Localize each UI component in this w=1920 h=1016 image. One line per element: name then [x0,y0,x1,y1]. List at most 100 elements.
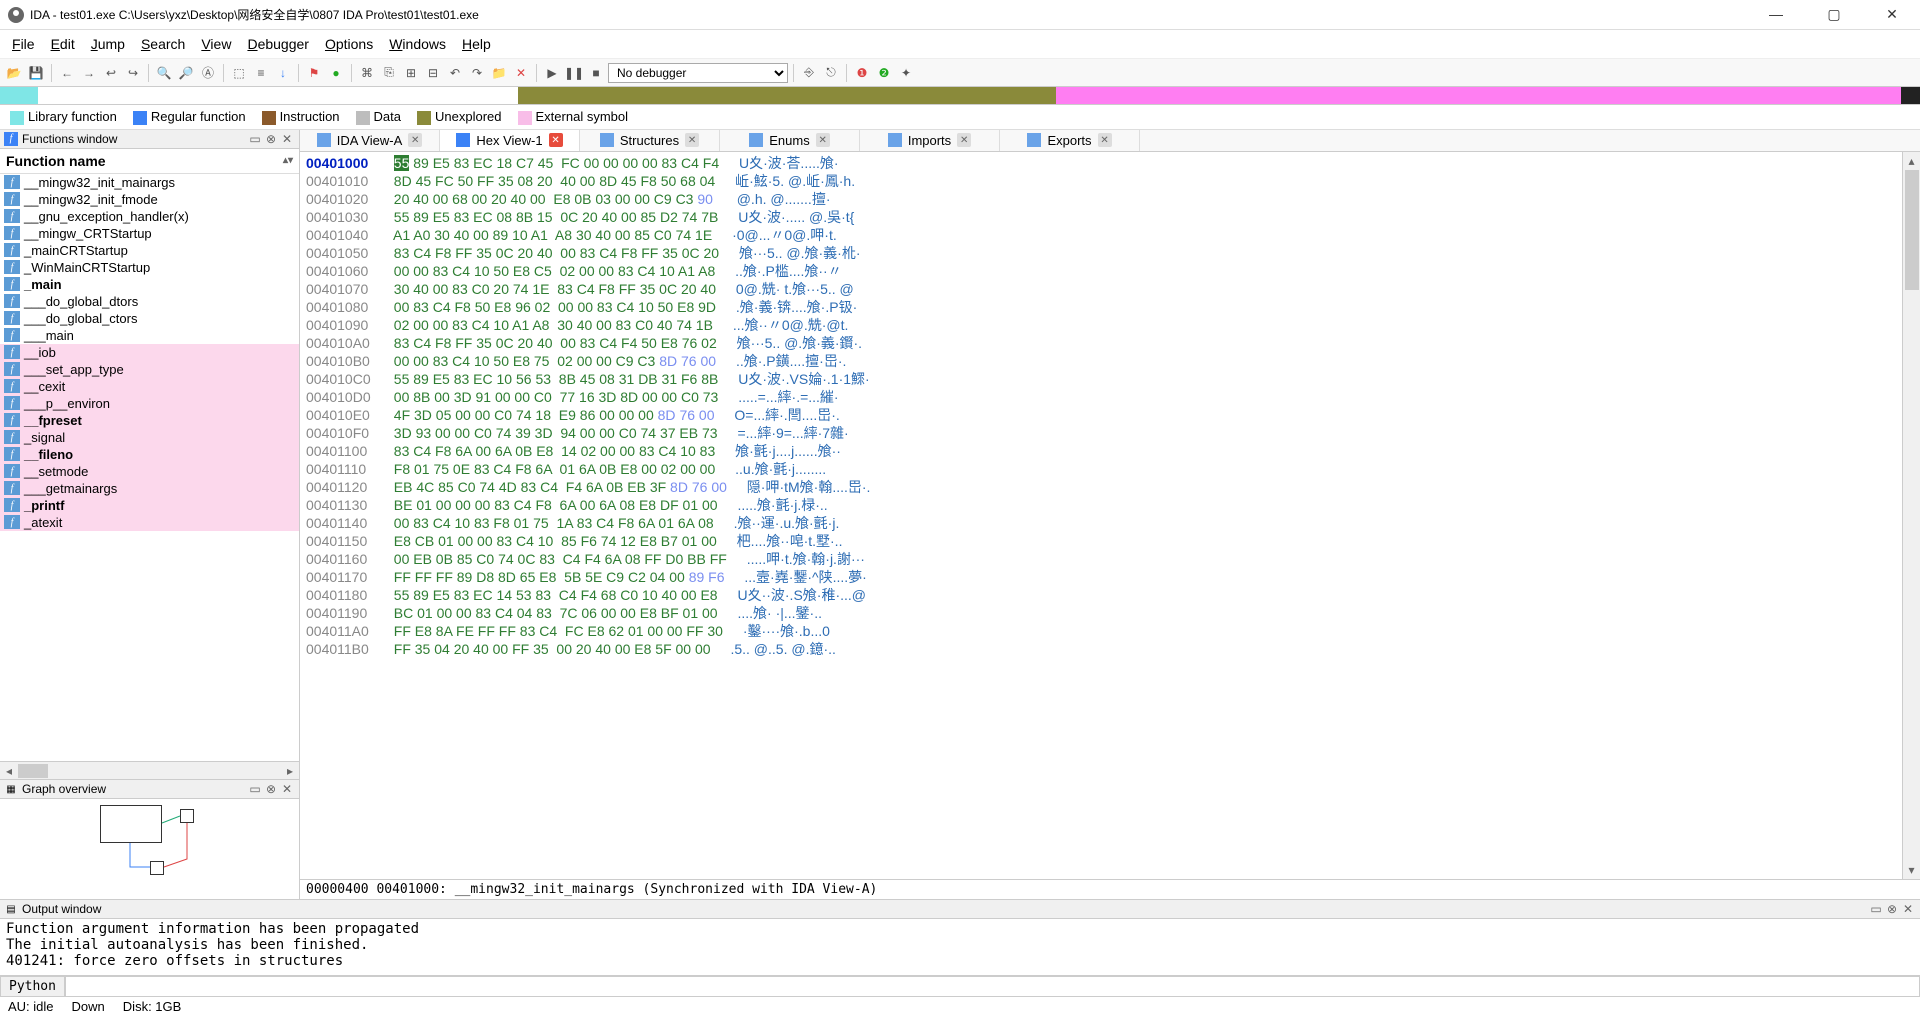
hex-row[interactable]: 004010A0 83 C4 F8 FF 35 0C 20 40 00 83 C… [306,334,1914,352]
pane-pin-button[interactable]: ⊗ [263,782,279,796]
hex-row[interactable]: 00401070 30 40 00 83 C0 20 74 1E 83 C4 F… [306,280,1914,298]
debugger-select[interactable]: No debugger [608,63,788,83]
folder-button[interactable]: 📁 [489,63,509,83]
nav-segment[interactable] [518,87,1056,104]
hex-row[interactable]: 00401170 FF FF FF 89 D8 8D 65 E8 5B 5E C… [306,568,1914,586]
search-text-button[interactable]: Ⓐ [198,63,218,83]
pane-close-button[interactable]: ✕ [1900,902,1916,916]
hex-row[interactable]: 00401000 55 89 E5 83 EC 18 C7 45 FC 00 0… [306,154,1914,172]
hex-row[interactable]: 00401100 83 C4 F8 6A 00 6A 0B E8 14 02 0… [306,442,1914,460]
tab-close-button[interactable]: ✕ [957,133,971,147]
run-button[interactable]: ▶ [542,63,562,83]
hex-row[interactable]: 004010E0 4F 3D 05 00 00 C0 74 18 E9 86 0… [306,406,1914,424]
scroll-thumb[interactable] [18,764,48,778]
scroll-thumb[interactable] [1905,170,1919,290]
scroll-right-icon[interactable]: ▸ [281,762,299,779]
save-button[interactable]: 💾 [26,63,46,83]
function-item[interactable]: f__mingw32_init_mainargs [0,174,299,191]
hex-row[interactable]: 004010B0 00 00 83 C4 10 50 E8 75 02 00 0… [306,352,1914,370]
menu-edit[interactable]: Edit [45,34,81,54]
search-next-button[interactable]: 🔎 [176,63,196,83]
function-item[interactable]: f_signal [0,429,299,446]
hex-row[interactable]: 00401190 BC 01 00 00 83 C4 04 83 7C 06 0… [306,604,1914,622]
function-item[interactable]: f__fileno [0,446,299,463]
scroll-up-icon[interactable]: ▴ [1903,152,1920,170]
stop-button[interactable]: ■ [586,63,606,83]
tab-close-button[interactable]: ✕ [685,133,699,147]
function-item[interactable]: f__fpreset [0,412,299,429]
hex-row[interactable]: 00401130 BE 01 00 00 00 83 C4 F8 6A 00 6… [306,496,1914,514]
hex-row[interactable]: 00401020 20 40 00 68 00 20 40 00 E8 0B 0… [306,190,1914,208]
hex-row[interactable]: 004011B0 FF 35 04 20 40 00 FF 35 00 20 4… [306,640,1914,658]
tab-close-button[interactable]: ✕ [408,133,422,147]
tab-ida-view-a[interactable]: IDA View-A✕ [300,130,440,151]
functions-hscrollbar[interactable]: ◂ ▸ [0,761,299,779]
functions-list[interactable]: f__mingw32_init_mainargsf__mingw32_init_… [0,174,299,761]
hex-row[interactable]: 00401040 A1 A0 30 40 00 89 10 A1 A8 30 4… [306,226,1914,244]
function-item[interactable]: f___p__environ [0,395,299,412]
hex-row[interactable]: 00401150 E8 CB 01 00 00 83 C4 10 85 F6 7… [306,532,1914,550]
scroll-left-icon[interactable]: ◂ [0,762,18,779]
menu-options[interactable]: Options [319,34,379,54]
nav-back-button[interactable]: ← [57,63,77,83]
close-button[interactable]: ✕ [1872,6,1912,23]
hex-row[interactable]: 00401050 83 C4 F8 FF 35 0C 20 40 00 83 C… [306,244,1914,262]
menu-view[interactable]: View [195,34,237,54]
repl-lang-label[interactable]: Python [0,976,65,996]
function-item[interactable]: f__mingw32_init_fmode [0,191,299,208]
xrefs-button[interactable]: ≡ [251,63,271,83]
hex-row[interactable]: 004010C0 55 89 E5 83 EC 10 56 53 8B 45 0… [306,370,1914,388]
function-item[interactable]: f_atexit [0,514,299,531]
pause-button[interactable]: ❚❚ [564,63,584,83]
functions-column-header[interactable]: Function name ▴▾ [0,149,299,174]
nav-back2-button[interactable]: ↩ [101,63,121,83]
function-item[interactable]: f___do_global_dtors [0,293,299,310]
pane-close-button[interactable]: ✕ [279,132,295,146]
tab-exports[interactable]: Exports✕ [1000,130,1140,151]
maximize-button[interactable]: ▢ [1814,6,1854,23]
pane-restore-button[interactable]: ▭ [247,132,263,146]
function-item[interactable]: f__mingw_CRTStartup [0,225,299,242]
function-item[interactable]: f_printf [0,497,299,514]
function-item[interactable]: f__iob [0,344,299,361]
function-item[interactable]: f__gnu_exception_handler(x) [0,208,299,225]
nav-segment[interactable] [38,87,518,104]
hex-row[interactable]: 00401080 00 83 C4 F8 50 E8 96 02 00 00 8… [306,298,1914,316]
pane-pin-button[interactable]: ⊗ [1884,902,1900,916]
opt1-button[interactable]: ❶ [852,63,872,83]
function-item[interactable]: f_main [0,276,299,293]
navigation-band[interactable] [0,87,1920,105]
function-item[interactable]: f_WinMainCRTStartup [0,259,299,276]
repl-input[interactable] [65,976,1920,996]
tab-close-button[interactable]: ✕ [816,133,830,147]
pane-pin-button[interactable]: ⊗ [263,132,279,146]
flag-red-button[interactable]: ⚑ [304,63,324,83]
data-button[interactable]: ⎘ [379,63,399,83]
function-item[interactable]: f___do_global_ctors [0,310,299,327]
menu-search[interactable]: Search [135,34,191,54]
pane-restore-button[interactable]: ▭ [247,782,263,796]
tab-close-button[interactable]: ✕ [1098,133,1112,147]
graph-canvas[interactable] [0,799,299,889]
hex-row[interactable]: 00401120 EB 4C 85 C0 74 4D 83 C4 F4 6A 0… [306,478,1914,496]
nav-fwd-button[interactable]: → [79,63,99,83]
menu-jump[interactable]: Jump [85,34,131,54]
open-file-button[interactable]: 📂 [4,63,24,83]
hex-row[interactable]: 00401090 02 00 00 83 C4 10 A1 A8 30 40 0… [306,316,1914,334]
tab-enums[interactable]: Enums✕ [720,130,860,151]
undo-button[interactable]: ↶ [445,63,465,83]
seg-button[interactable]: ⬚ [229,63,249,83]
minimize-button[interactable]: — [1756,6,1796,23]
tab-hex-view-1[interactable]: Hex View-1✕ [440,130,580,151]
redo-button[interactable]: ↷ [467,63,487,83]
scroll-down-icon[interactable]: ▾ [1903,861,1920,879]
nav-segment[interactable] [1056,87,1901,104]
hex-view[interactable]: 00401000 55 89 E5 83 EC 18 C7 45 FC 00 0… [300,152,1920,879]
hex-row[interactable]: 00401010 8D 45 FC 50 FF 35 08 20 40 00 8… [306,172,1914,190]
function-item[interactable]: f__setmode [0,463,299,480]
struct-button[interactable]: ⊞ [401,63,421,83]
function-item[interactable]: f_mainCRTStartup [0,242,299,259]
nav-segment[interactable] [0,87,38,104]
hex-row[interactable]: 004010D0 00 8B 00 3D 91 00 00 C0 77 16 3… [306,388,1914,406]
hex-row[interactable]: 00401180 55 89 E5 83 EC 14 53 83 C4 F4 6… [306,586,1914,604]
